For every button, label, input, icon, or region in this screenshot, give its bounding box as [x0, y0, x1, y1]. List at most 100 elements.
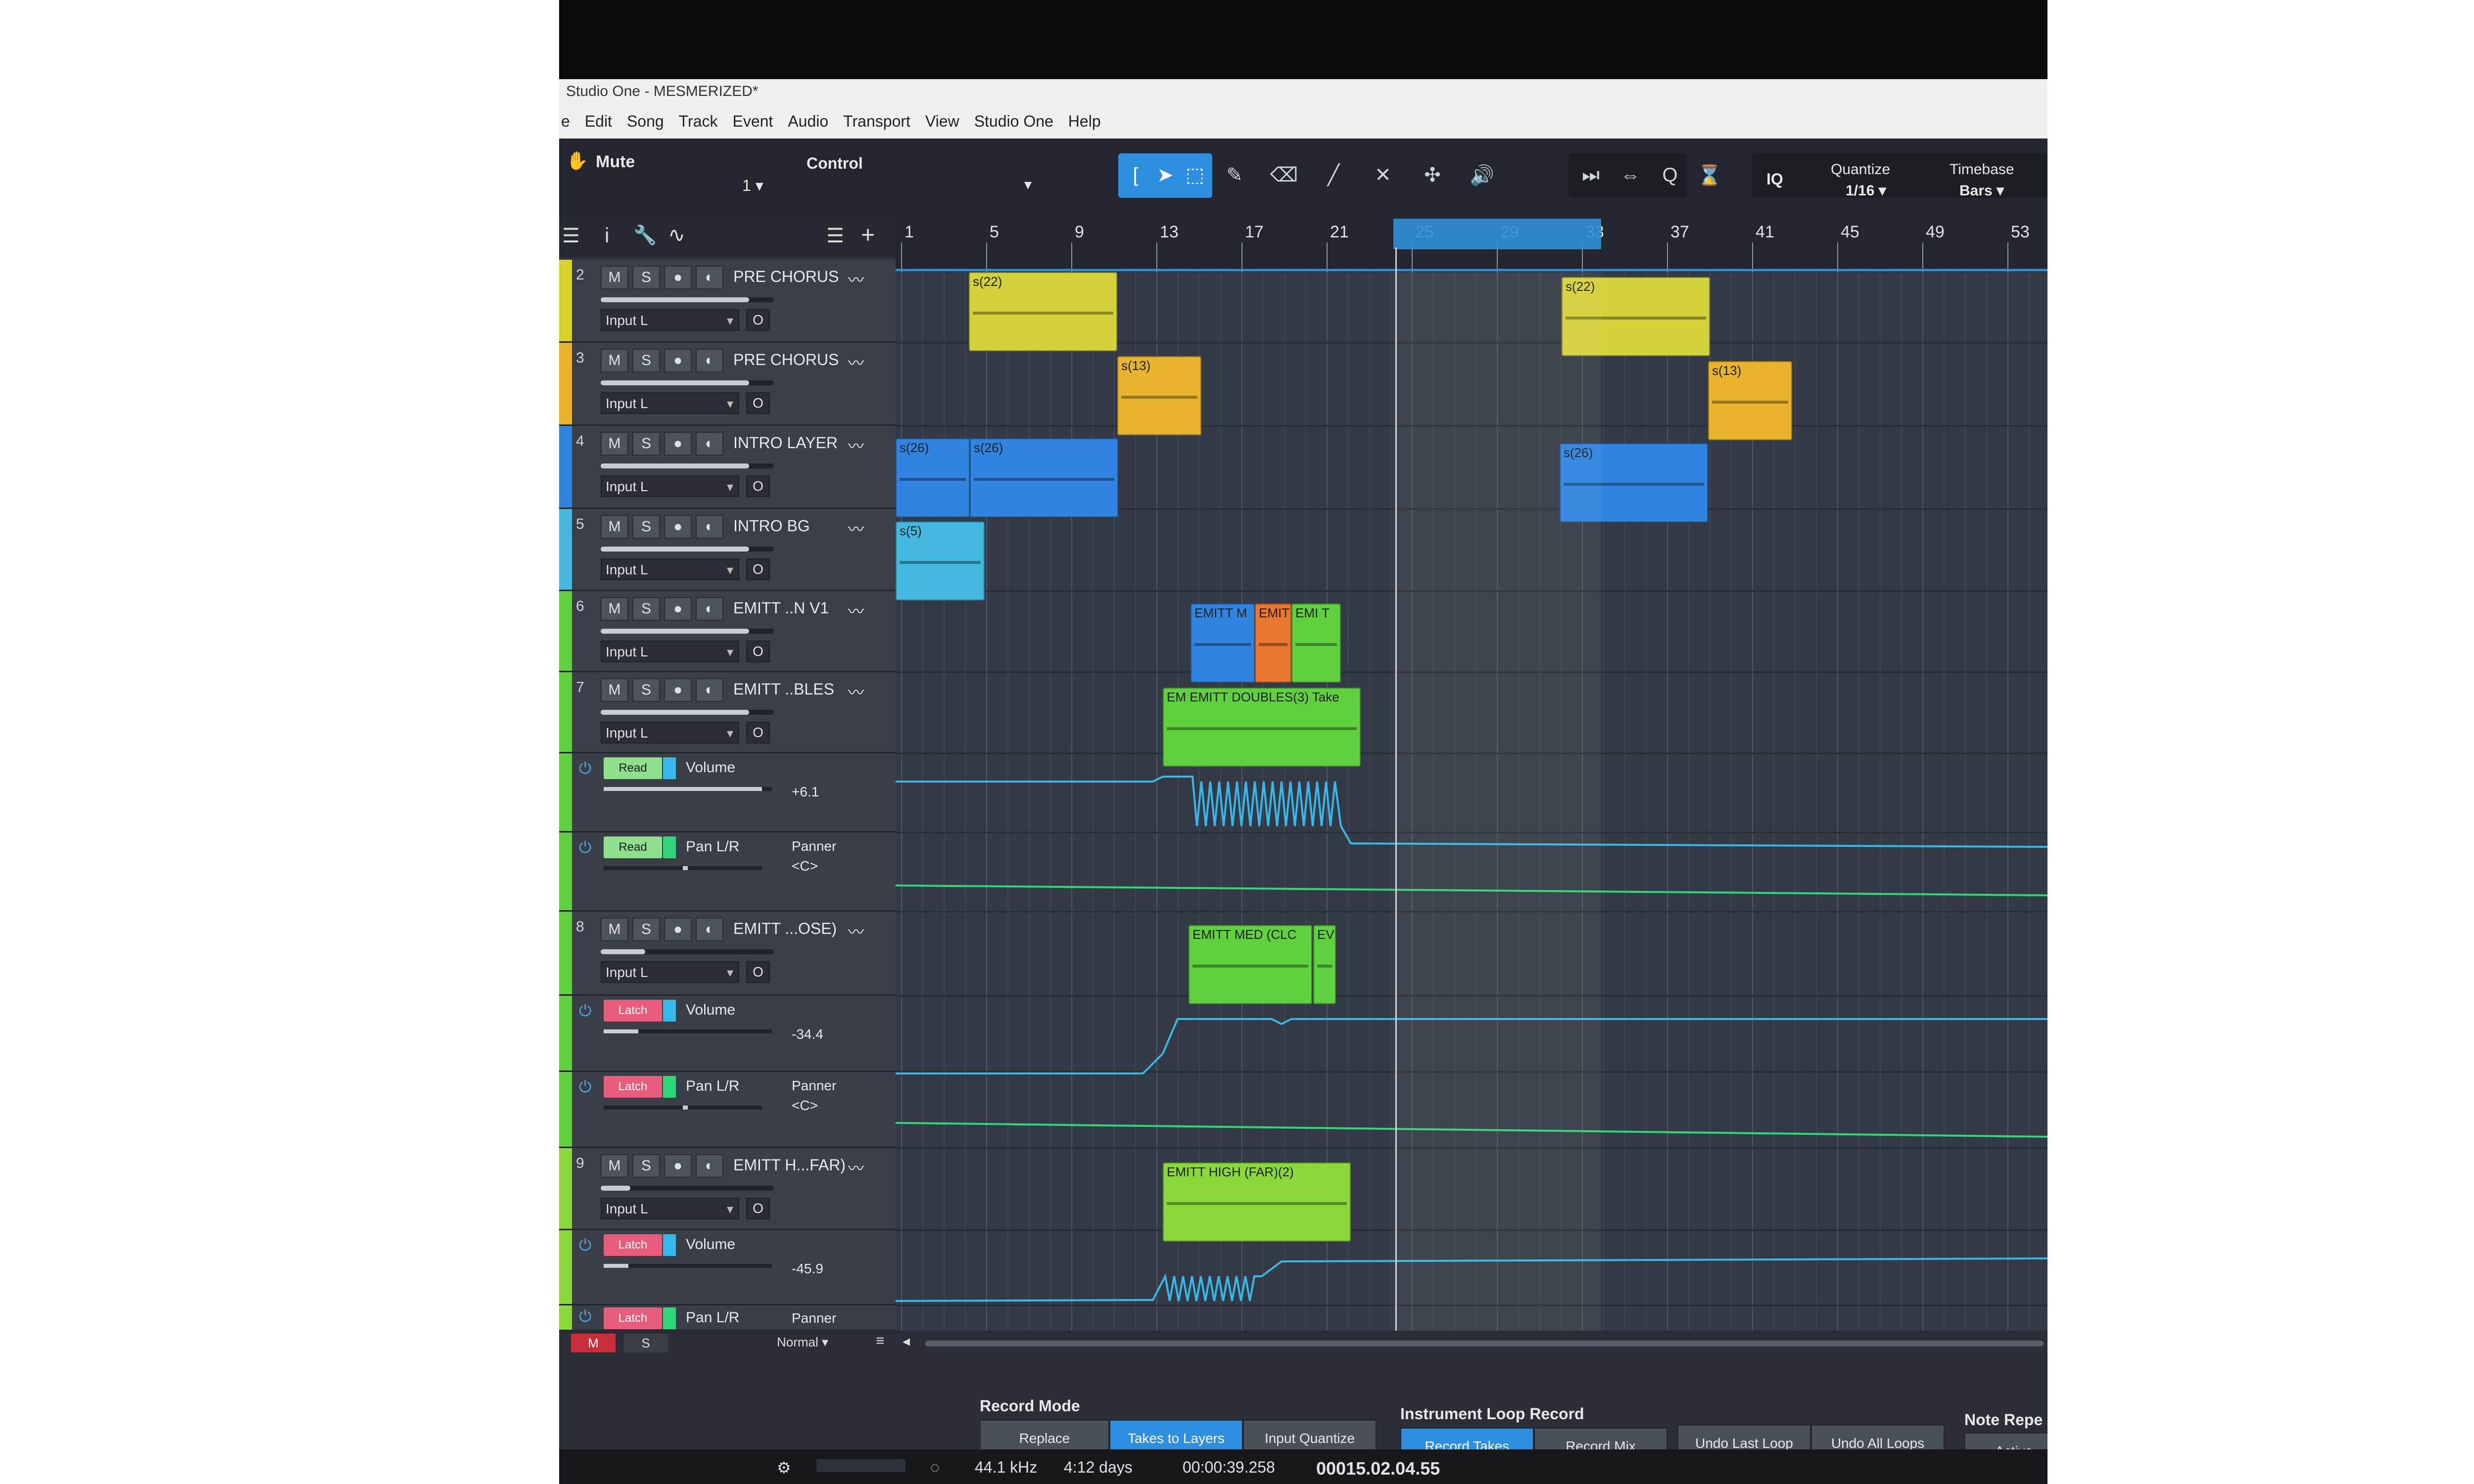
monitor-button[interactable]: ◐: [696, 597, 723, 621]
track-volume-fader[interactable]: [601, 1186, 774, 1191]
monitor-button[interactable]: ◐: [696, 266, 723, 289]
track-volume-fader[interactable]: [601, 629, 774, 634]
record-arm-button[interactable]: ●: [664, 678, 692, 702]
mute-button[interactable]: M: [601, 266, 628, 289]
solo-button[interactable]: S: [632, 266, 660, 289]
monitor-button[interactable]: ◐: [696, 918, 723, 941]
solo-button[interactable]: S: [632, 918, 660, 941]
automation-lane-header[interactable]: ⏻ Latch Volume -45.9: [559, 1230, 896, 1305]
mute-tool-icon[interactable]: ✕: [1366, 155, 1400, 195]
automation-lane-header[interactable]: ⏻ Latch Pan L/R Panner: [559, 1305, 896, 1331]
track-row[interactable]: 9 M S ● ◐ EMITT H...FAR) 〰 Input L O: [559, 1148, 896, 1230]
menu-item-event[interactable]: Event: [732, 112, 773, 131]
input-monitor-button[interactable]: O: [746, 641, 770, 662]
automation-lane-header[interactable]: ⏻ Latch Pan L/R Panner <C>: [559, 1072, 896, 1148]
audio-clip[interactable]: EMITT M: [1190, 603, 1255, 683]
power-icon[interactable]: ⏻: [579, 759, 591, 778]
loop-range-bar[interactable]: [1393, 219, 1601, 249]
menu-item-audio[interactable]: Audio: [788, 112, 828, 131]
solo-button[interactable]: S: [632, 432, 660, 456]
track-name[interactable]: EMITT ..BLES: [733, 680, 834, 698]
mute-button[interactable]: M: [601, 678, 628, 702]
horizontal-scrollbar[interactable]: [925, 1341, 2044, 1346]
menu-item-transport[interactable]: Transport: [843, 112, 910, 131]
record-arm-button[interactable]: ●: [664, 597, 692, 621]
automation-parameter[interactable]: Volume: [686, 1002, 735, 1019]
track-height-select[interactable]: Normal ▾: [777, 1335, 828, 1350]
input-monitor-button[interactable]: O: [746, 1198, 770, 1219]
automation-fader[interactable]: [604, 1029, 772, 1033]
track-volume-fader[interactable]: [601, 710, 774, 715]
menu-item-studio-one[interactable]: Studio One: [974, 112, 1053, 131]
automation-mode-button[interactable]: Read: [604, 836, 662, 858]
audio-clip[interactable]: s(26): [896, 438, 970, 517]
pan-fader[interactable]: [604, 866, 762, 870]
power-icon[interactable]: ⏻: [579, 1078, 591, 1097]
track-row[interactable]: 8 M S ● ◐ EMITT ...OSE) 〰 Input L O: [559, 912, 896, 996]
mute-button[interactable]: M: [601, 515, 628, 539]
input-select[interactable]: Input L: [601, 1198, 739, 1219]
record-arm-button[interactable]: ●: [664, 918, 692, 941]
menu-item-edit[interactable]: Edit: [585, 112, 612, 131]
track-volume-fader[interactable]: [601, 949, 774, 954]
input-monitor-button[interactable]: O: [746, 722, 770, 743]
track-name[interactable]: INTRO BG: [733, 517, 810, 535]
menu-item-file[interactable]: e: [561, 112, 570, 131]
automation-parameter[interactable]: Pan L/R: [686, 1309, 739, 1326]
list-small-icon[interactable]: ≡: [876, 1333, 885, 1349]
solo-button[interactable]: S: [632, 515, 660, 539]
playhead-cursor[interactable]: [1395, 247, 1397, 1341]
monitor-button[interactable]: ◐: [696, 515, 723, 539]
record-arm-button[interactable]: ●: [664, 266, 692, 289]
input-monitor-button[interactable]: O: [746, 961, 770, 983]
menu-item-help[interactable]: Help: [1068, 112, 1101, 131]
bend-tool-icon[interactable]: ✣: [1415, 155, 1450, 195]
input-select[interactable]: Input L: [601, 309, 739, 331]
solo-button[interactable]: S: [632, 1154, 660, 1178]
menu-lines-icon[interactable]: ☰: [826, 225, 844, 247]
listen-tool-icon[interactable]: 🔊: [1465, 155, 1499, 195]
global-mute-button[interactable]: M: [571, 1334, 616, 1352]
mute-button[interactable]: M: [601, 918, 628, 941]
track-row[interactable]: 4 M S ● ◐ INTRO LAYER 〰 Input L O: [559, 426, 896, 509]
audio-clip[interactable]: s(26): [970, 438, 1118, 517]
automation-parameter[interactable]: Volume: [686, 1236, 735, 1253]
input-monitor-button[interactable]: O: [746, 309, 770, 331]
mute-value-select[interactable]: 1 ▾: [742, 176, 763, 195]
audio-clip[interactable]: EM EMITT DOUBLES(3) Take: [1163, 688, 1361, 767]
automation-icon[interactable]: ∿: [668, 223, 685, 247]
eraser-tool-icon[interactable]: ⌫: [1267, 155, 1301, 195]
paint-tool-icon[interactable]: ╱: [1316, 155, 1351, 195]
power-icon[interactable]: ⏻: [579, 838, 591, 857]
list-icon[interactable]: ☰: [562, 225, 580, 247]
audio-clip[interactable]: EMIT: [1255, 603, 1291, 683]
solo-button[interactable]: S: [632, 678, 660, 702]
monitor-button[interactable]: ◐: [696, 432, 723, 456]
audio-clip[interactable]: s(13): [1117, 356, 1201, 435]
input-select[interactable]: Input L: [601, 392, 739, 414]
automation-lane-header[interactable]: ⏻ Read Volume +6.1: [559, 753, 896, 833]
quantize-select[interactable]: 1/16 ▾: [1846, 182, 1886, 199]
input-monitor-button[interactable]: O: [746, 558, 770, 580]
track-name[interactable]: EMITT H...FAR): [733, 1156, 846, 1174]
power-icon[interactable]: ⏻: [579, 1002, 591, 1020]
audio-clip[interactable]: EMITT HIGH (FAR)(2): [1163, 1162, 1351, 1242]
input-select[interactable]: Input L: [601, 641, 739, 662]
track-name[interactable]: INTRO LAYER: [733, 434, 838, 452]
monitor-button[interactable]: ◐: [696, 678, 723, 702]
wrench-icon[interactable]: 🔧: [633, 225, 657, 246]
range-tool-icon[interactable]: ⬚: [1178, 155, 1212, 195]
menu-item-track[interactable]: Track: [679, 112, 718, 131]
power-icon[interactable]: ⏻: [579, 1236, 591, 1255]
automation-mode-button[interactable]: Latch: [604, 1076, 662, 1098]
quantize-q-icon[interactable]: Q: [1653, 155, 1687, 195]
mute-button[interactable]: M: [601, 1154, 628, 1178]
automation-mode-button[interactable]: Latch: [604, 1307, 662, 1329]
add-track-icon[interactable]: +: [861, 222, 875, 249]
iq-button[interactable]: IQ: [1766, 170, 1783, 188]
split-tool-icon[interactable]: ✎: [1217, 155, 1252, 195]
power-icon[interactable]: ⏻: [579, 1307, 591, 1326]
automation-mode-button[interactable]: Latch: [604, 1000, 662, 1021]
track-row[interactable]: 6 M S ● ◐ EMITT ..N V1 〰 Input L O: [559, 591, 896, 672]
mute-button[interactable]: M: [601, 432, 628, 456]
